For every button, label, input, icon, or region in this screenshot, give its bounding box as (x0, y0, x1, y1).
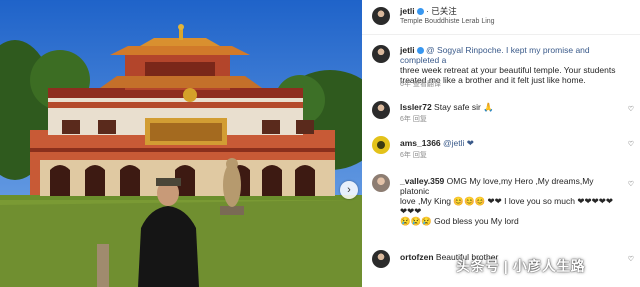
verified-badge-icon (416, 8, 424, 16)
comment-text: 😢😢😢 God bless you My lord (400, 216, 519, 226)
comment-username[interactable]: ortofzen (400, 252, 434, 262)
comment: lssler72 Stay safe sir 🙏 (400, 102, 618, 112)
follow-status[interactable]: · 已关注 (426, 6, 457, 16)
heart-icon[interactable]: ♡ (628, 255, 634, 263)
comment-meta[interactable]: 6年 回复 (400, 114, 427, 124)
comment-text: @jetli ❤ (443, 138, 474, 148)
heart-icon[interactable]: ♡ (628, 105, 634, 113)
post-header: jetli · 已关注 Temple Bouddhiste Lerab Ling (362, 0, 640, 35)
avatar[interactable] (372, 7, 390, 25)
post-photo: › (0, 0, 362, 287)
post-username[interactable]: jetli (400, 6, 415, 16)
comment: ams_1366 @jetli ❤ (400, 138, 618, 148)
comment-username[interactable]: lssler72 (400, 102, 432, 112)
heart-icon[interactable]: ♡ (628, 140, 634, 148)
chevron-right-icon[interactable]: › (340, 181, 358, 199)
comment-text: love ,My King 😊😊😊 ❤❤ I love you so much … (400, 196, 613, 216)
comment-text: Stay safe sir 🙏 (434, 102, 494, 112)
avatar[interactable] (372, 174, 390, 192)
comment: _valley.359 OMG My love,my Hero ,My drea… (400, 176, 618, 226)
avatar[interactable] (372, 136, 390, 154)
verified-badge-icon (416, 47, 424, 55)
avatar[interactable] (372, 101, 390, 119)
comment-username[interactable]: _valley.359 (400, 176, 444, 186)
watermark: 头条号 | 小彦人生路 (456, 258, 586, 274)
comment-meta[interactable]: 6年 回复 (400, 150, 427, 160)
caption-username[interactable]: jetli (400, 45, 415, 55)
caption-meta[interactable]: 6年 查看翻译 (400, 79, 441, 89)
comments-panel: jetli · 已关注 Temple Bouddhiste Lerab Ling… (362, 0, 640, 287)
post-location[interactable]: Temple Bouddhiste Lerab Ling (400, 17, 618, 27)
avatar[interactable] (372, 250, 390, 268)
heart-icon[interactable]: ♡ (628, 180, 634, 188)
comment-username[interactable]: ams_1366 (400, 138, 441, 148)
caption-line-1: @ Sogyal Rinpoche. I kept my promise and… (400, 45, 590, 65)
avatar[interactable] (372, 45, 390, 63)
caption-line-2: three week retreat at your beautiful tem… (400, 65, 616, 75)
